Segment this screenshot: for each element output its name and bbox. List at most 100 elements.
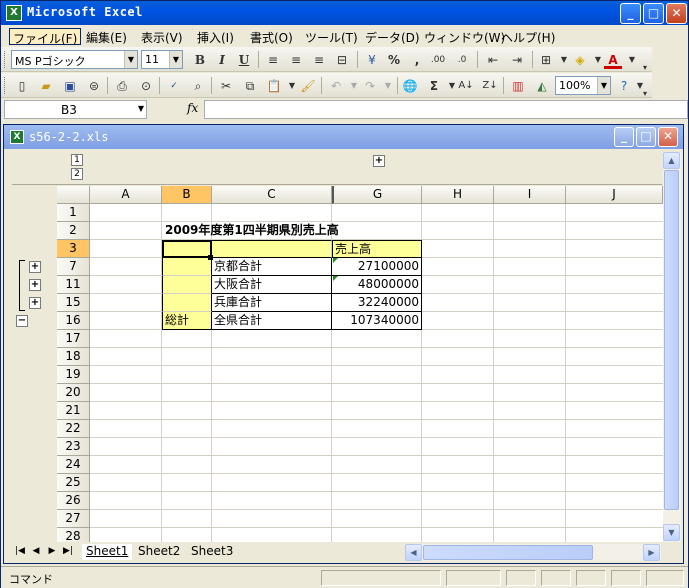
font-color-icon[interactable]: A <box>604 51 622 69</box>
row-header-17[interactable]: 17 <box>57 330 90 348</box>
increase-decimal-icon[interactable]: .00 <box>429 51 447 69</box>
first-sheet-icon[interactable]: |◀ <box>14 546 26 556</box>
cell-c15[interactable]: 兵庫合計 <box>212 294 332 312</box>
column-header-a[interactable]: A <box>90 186 162 204</box>
row-header-15[interactable]: 15 <box>57 294 90 312</box>
row-header-3[interactable]: 3 <box>57 240 90 258</box>
scroll-up-button[interactable]: ▲ <box>663 152 680 169</box>
scroll-right-button[interactable]: ▶ <box>643 544 660 561</box>
row-header-20[interactable]: 20 <box>57 384 90 402</box>
row-header-26[interactable]: 26 <box>57 492 90 510</box>
chevron-down-icon[interactable]: ▼ <box>379 77 397 95</box>
row-header-21[interactable]: 21 <box>57 402 90 420</box>
cell-g11[interactable]: 48000000 <box>332 276 422 294</box>
row-expand-button[interactable]: + <box>29 297 41 309</box>
row-header-16[interactable]: 16 <box>57 312 90 330</box>
percent-button[interactable]: % <box>385 51 403 69</box>
save-icon[interactable]: ▣ <box>61 77 79 95</box>
menu-help[interactable]: ヘルプ(H) <box>498 28 558 45</box>
minimize-button[interactable]: _ <box>620 3 641 24</box>
comma-style-button[interactable]: , <box>408 51 426 69</box>
select-all-corner[interactable] <box>57 186 90 204</box>
hyperlink-icon[interactable]: 🌐 <box>401 77 419 95</box>
print-preview-icon[interactable]: ⊙ <box>137 77 155 95</box>
align-left-icon[interactable]: ≡ <box>264 51 282 69</box>
paste-icon[interactable]: 📋 <box>265 77 283 95</box>
cell-g15[interactable]: 32240000 <box>332 294 422 312</box>
toolbar-grip[interactable] <box>4 77 7 94</box>
decrease-indent-icon[interactable]: ⇤ <box>484 51 502 69</box>
currency-icon[interactable]: ¥ <box>363 51 381 69</box>
merge-center-icon[interactable]: ⊟ <box>333 51 351 69</box>
menu-file[interactable]: ファイル(F) <box>9 28 82 46</box>
vertical-scroll-thumb[interactable] <box>664 170 679 510</box>
chevron-down-icon[interactable]: ▼ <box>138 104 144 113</box>
column-level-1-button[interactable]: 1 <box>71 154 83 166</box>
insert-function-icon[interactable]: fx <box>187 101 198 115</box>
next-sheet-icon[interactable]: ▶ <box>46 546 58 556</box>
menu-insert[interactable]: 挿入(I) <box>194 28 237 45</box>
redo-icon[interactable]: ↷ <box>361 77 379 95</box>
row-header-18[interactable]: 18 <box>57 348 90 366</box>
bold-button[interactable]: B <box>191 51 209 69</box>
autosum-icon[interactable]: Σ <box>425 77 443 95</box>
row-header-27[interactable]: 27 <box>57 510 90 528</box>
row-header-19[interactable]: 19 <box>57 366 90 384</box>
cell-c16[interactable]: 全県合計 <box>212 312 332 330</box>
cell-c11[interactable]: 大阪合計 <box>212 276 332 294</box>
chevron-down-icon[interactable]: ▼ <box>124 51 137 68</box>
italic-button[interactable]: I <box>213 51 231 69</box>
row-collapse-button[interactable]: − <box>16 315 28 327</box>
fill-handle[interactable] <box>208 255 213 260</box>
sheet-title-cell[interactable]: 2009年度第1四半期県別売上高 <box>163 222 413 240</box>
cell-c7[interactable]: 京都合計 <box>212 258 332 276</box>
sort-descending-icon[interactable]: Z↓ <box>481 77 499 95</box>
cell-b15[interactable] <box>162 294 212 312</box>
chart-wizard-icon[interactable]: ▥ <box>509 77 527 95</box>
row-header-11[interactable]: 11 <box>57 276 90 294</box>
horizontal-scroll-thumb[interactable] <box>423 545 593 560</box>
drawing-icon[interactable]: ◭ <box>533 77 551 95</box>
horizontal-scrollbar[interactable]: ◀ ▶ <box>405 544 661 561</box>
cut-icon[interactable]: ✂ <box>217 77 235 95</box>
increase-indent-icon[interactable]: ⇥ <box>508 51 526 69</box>
vertical-scrollbar[interactable]: ▲ ▼ <box>663 152 681 542</box>
workbook-restore-button[interactable]: □ <box>636 127 656 147</box>
research-icon[interactable]: ⌕ <box>189 77 207 95</box>
open-folder-icon[interactable]: ▰ <box>37 77 55 95</box>
row-expand-button[interactable]: + <box>29 279 41 291</box>
cell-c3[interactable] <box>212 240 332 258</box>
chevron-down-icon[interactable]: ▼ <box>597 77 610 94</box>
cell-b11[interactable] <box>162 276 212 294</box>
print-icon[interactable]: ⎙ <box>113 77 131 95</box>
decrease-decimal-icon[interactable]: .0 <box>453 51 471 69</box>
row-header-2[interactable]: 2 <box>57 222 90 240</box>
row-header-7[interactable]: 7 <box>57 258 90 276</box>
font-size-combo[interactable]: 11 ▼ <box>141 50 183 69</box>
column-header-g[interactable]: G <box>332 186 422 204</box>
tab-sheet3[interactable]: Sheet3 <box>187 544 237 560</box>
cell-b7[interactable] <box>162 258 212 276</box>
spelling-icon[interactable]: ✓ <box>165 77 183 95</box>
prev-sheet-icon[interactable]: ◀ <box>30 546 42 556</box>
toolbar-grip[interactable] <box>4 51 7 68</box>
workbook-close-button[interactable]: ✕ <box>658 127 678 147</box>
workbook-minimize-button[interactable]: _ <box>614 127 634 147</box>
align-right-icon[interactable]: ≡ <box>310 51 328 69</box>
row-header-25[interactable]: 25 <box>57 474 90 492</box>
row-header-23[interactable]: 23 <box>57 438 90 456</box>
zoom-combo[interactable]: 100% ▼ <box>555 76 611 95</box>
menu-data[interactable]: データ(D) <box>362 28 423 45</box>
menu-tools[interactable]: ツール(T) <box>302 28 361 45</box>
close-button[interactable]: ✕ <box>666 3 687 24</box>
undo-icon[interactable]: ↶ <box>327 77 345 95</box>
column-header-j[interactable]: J <box>566 186 663 204</box>
formula-input[interactable] <box>204 100 688 119</box>
align-center-icon[interactable]: ≡ <box>287 51 305 69</box>
scroll-left-button[interactable]: ◀ <box>405 544 422 561</box>
column-header-i[interactable]: I <box>494 186 566 204</box>
cell-g7[interactable]: 27100000 <box>332 258 422 276</box>
permission-icon[interactable]: ⊜ <box>85 77 103 95</box>
row-header-1[interactable]: 1 <box>57 204 90 222</box>
format-painter-icon[interactable]: 🖌 <box>299 77 317 95</box>
